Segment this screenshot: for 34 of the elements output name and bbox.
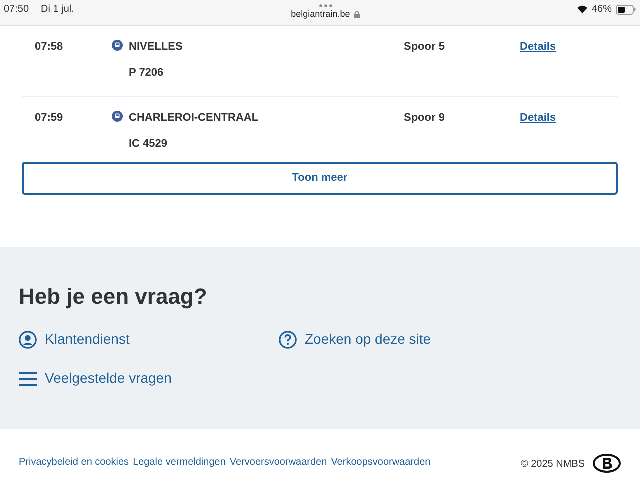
platform-label: Spoor 5 [404,40,446,55]
details-link[interactable]: Details [520,110,556,126]
wifi-icon [576,5,588,14]
menu-icon [19,370,37,386]
status-date: Di 1 jul. [41,3,74,17]
train-number: P 7206 [129,66,165,80]
copyright-text: © 2025 NMBS [520,458,585,472]
footer-link[interactable]: Legale vermeldingen [133,455,226,470]
footer-link[interactable]: Privacybeleid en cookies [19,455,130,470]
status-time: 07:50 [4,3,30,17]
person-icon [19,330,37,348]
footer-link[interactable]: Vervoersvoorwaarden [230,455,328,470]
logo-icon [593,454,621,473]
help-link[interactable]: Zoeken op deze site [279,329,539,350]
battery-icon [616,4,636,14]
question-icon [279,330,297,348]
train-icon [112,40,123,51]
destination-name: CHARLEROI-CENTRAAL [129,111,260,126]
lock-icon [354,11,360,18]
more-dots-icon [318,4,333,8]
train-icon [112,111,123,122]
departure-time: 07:58 [34,40,64,55]
details-link[interactable]: Details [520,39,556,56]
url-text[interactable]: belgiantrain.be [291,8,350,22]
departure-time: 07:59 [34,111,64,126]
help-title: Heb je een vraag? [19,283,208,311]
footer-link[interactable]: Verkoopsvoorwaarden [331,455,431,470]
help-link[interactable]: Veelgestelde vragen [19,368,279,389]
show-more-button[interactable]: Toon meer [22,162,618,195]
help-link[interactable]: Klantendienst [19,329,279,350]
battery-percent: 46% [592,3,612,17]
destination-name: NIVELLES [129,40,184,55]
train-number: IC 4529 [129,136,169,152]
platform-label: Spoor 9 [404,111,446,126]
